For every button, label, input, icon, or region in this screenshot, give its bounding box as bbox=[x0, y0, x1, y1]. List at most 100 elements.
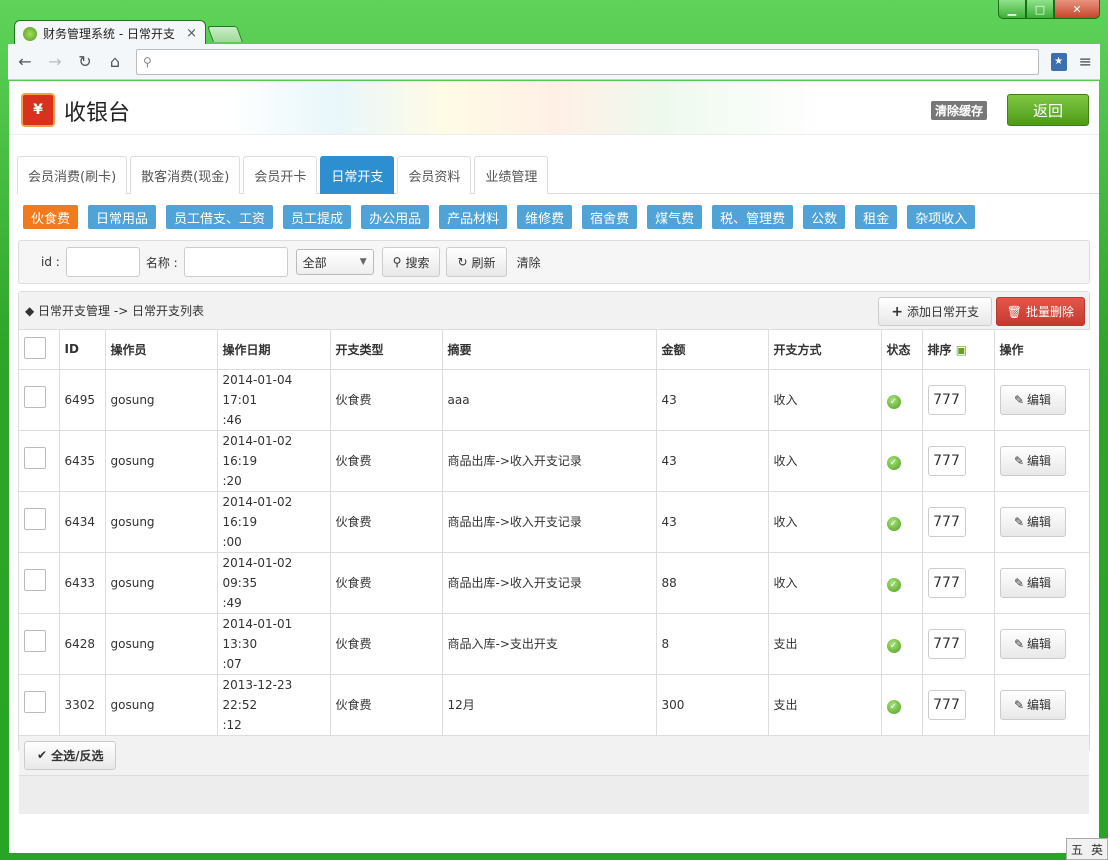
clear-cache-badge[interactable]: 清除缓存 bbox=[930, 101, 987, 120]
save-sort-icon[interactable]: ▣ bbox=[956, 343, 967, 357]
category-dorm[interactable]: 宿舍费 bbox=[582, 205, 638, 229]
sort-input[interactable]: 777 bbox=[927, 384, 966, 415]
cell-operator: gosung bbox=[105, 430, 218, 492]
category-office[interactable]: 办公用品 bbox=[361, 205, 430, 229]
refresh-button[interactable]: ↻ 刷新 bbox=[446, 247, 507, 277]
favicon-icon bbox=[23, 26, 37, 41]
address-bar[interactable]: ⚲ bbox=[136, 48, 1039, 75]
edit-button-label: 编辑 bbox=[1027, 392, 1052, 407]
id-input[interactable] bbox=[65, 247, 140, 277]
tab-guest-consume[interactable]: 散客消费(现金) bbox=[130, 156, 241, 194]
row-checkbox[interactable] bbox=[24, 446, 46, 469]
cell-sort: 777 bbox=[922, 369, 995, 431]
cell-date-main: 2014-01-01 13:30 bbox=[222, 616, 293, 651]
category-salary[interactable]: 员工借支、工资 bbox=[166, 205, 274, 229]
trash-icon: 🗑 bbox=[1006, 304, 1022, 319]
cell-summary: 商品出库->收入开支记录 bbox=[442, 491, 657, 553]
menu-icon[interactable]: ≡ bbox=[1079, 52, 1092, 71]
cell-date-seconds: :20 bbox=[222, 473, 242, 488]
row-checkbox[interactable] bbox=[24, 629, 46, 652]
col-sort[interactable]: 排序 ▣ bbox=[922, 330, 995, 370]
row-checkbox[interactable] bbox=[24, 690, 46, 713]
tab-member-info[interactable]: 会员资料 bbox=[397, 156, 472, 194]
sort-input[interactable]: 777 bbox=[927, 628, 966, 659]
cell-status: ✓ bbox=[881, 430, 923, 492]
row-checkbox[interactable] bbox=[24, 568, 46, 591]
select-all-button[interactable]: ✔ 全选/反选 bbox=[24, 740, 117, 770]
ime-indicator[interactable]: 五 英 bbox=[1066, 838, 1108, 860]
cell-type: 伙食费 bbox=[330, 613, 443, 675]
edit-button[interactable]: ✎ 编辑 bbox=[999, 506, 1066, 537]
category-food[interactable]: 伙食费 bbox=[23, 205, 79, 229]
cell-date-main: 2013-12-23 22:52 bbox=[222, 677, 293, 712]
tab-daily-expense[interactable]: 日常开支 bbox=[320, 156, 395, 194]
cashier-logo-icon: ¥ bbox=[21, 93, 55, 127]
tab-close-icon[interactable]: × bbox=[186, 26, 197, 41]
forward-arrow-icon[interactable]: → bbox=[46, 52, 64, 71]
select-all-checkbox[interactable] bbox=[24, 336, 46, 359]
col-status: 状态 bbox=[881, 330, 923, 370]
cell-date: 2014-01-02 16:19:00 bbox=[217, 491, 331, 553]
col-summary: 摘要 bbox=[442, 330, 657, 370]
type-select[interactable]: 全部 ▼ bbox=[295, 249, 374, 275]
back-arrow-icon[interactable]: ← bbox=[16, 52, 34, 71]
status-ok-icon: ✓ bbox=[886, 516, 901, 531]
tab-member-open-card[interactable]: 会员开卡 bbox=[243, 156, 318, 194]
back-button[interactable]: 返回 bbox=[1007, 94, 1089, 126]
clear-link[interactable]: 清除 bbox=[517, 254, 541, 271]
category-tax[interactable]: 税、管理费 bbox=[712, 205, 794, 229]
check-icon: ✔ bbox=[37, 748, 48, 762]
minimize-button[interactable]: ▁ bbox=[998, 0, 1026, 19]
row-checkbox[interactable] bbox=[24, 385, 46, 408]
batch-delete-button[interactable]: 🗑 批量删除 bbox=[995, 297, 1085, 326]
browser-tab[interactable]: 财务管理系统 - 日常开支 × bbox=[14, 20, 206, 46]
maximize-button[interactable]: □ bbox=[1026, 0, 1054, 19]
cell-sort: 777 bbox=[922, 552, 995, 614]
category-rent[interactable]: 租金 bbox=[855, 205, 898, 229]
cell-date-main: 2014-01-04 17:01 bbox=[222, 372, 293, 407]
sort-input[interactable]: 777 bbox=[927, 567, 966, 598]
edit-button[interactable]: ✎ 编辑 bbox=[999, 567, 1066, 598]
edit-icon: ✎ bbox=[1013, 392, 1025, 407]
category-public[interactable]: 公数 bbox=[803, 205, 846, 229]
edit-icon: ✎ bbox=[1013, 514, 1025, 529]
refresh-icon: ↻ bbox=[457, 255, 468, 269]
name-label: 名称 : bbox=[145, 255, 178, 270]
tab-performance[interactable]: 业绩管理 bbox=[474, 156, 549, 194]
row-checkbox[interactable] bbox=[24, 507, 46, 530]
cell-type: 伙食费 bbox=[330, 491, 443, 553]
cell-date: 2014-01-02 16:19:20 bbox=[217, 430, 331, 492]
category-materials[interactable]: 产品材料 bbox=[439, 205, 508, 229]
search-icon: ⚲ bbox=[143, 54, 152, 69]
cell-action: ✎ 编辑 bbox=[994, 491, 1090, 553]
sort-input[interactable]: 777 bbox=[927, 689, 966, 720]
new-tab-button[interactable] bbox=[207, 26, 243, 42]
category-misc-income[interactable]: 杂项收入 bbox=[907, 205, 976, 229]
edit-button[interactable]: ✎ 编辑 bbox=[999, 384, 1066, 415]
category-repair[interactable]: 维修费 bbox=[517, 205, 573, 229]
reload-icon[interactable]: ↻ bbox=[76, 52, 94, 71]
edit-button[interactable]: ✎ 编辑 bbox=[999, 628, 1066, 659]
tab-member-consume[interactable]: 会员消费(刷卡) bbox=[17, 156, 128, 194]
edit-button-label: 编辑 bbox=[1027, 453, 1052, 468]
edit-button[interactable]: ✎ 编辑 bbox=[999, 689, 1066, 720]
sort-input[interactable]: 777 bbox=[927, 506, 966, 537]
bookmark-icon[interactable]: ★ bbox=[1050, 52, 1067, 71]
edit-button[interactable]: ✎ 编辑 bbox=[999, 445, 1066, 476]
name-input[interactable] bbox=[183, 247, 288, 277]
edit-icon: ✎ bbox=[1013, 575, 1025, 590]
table-row: 6428 gosung 2014-01-01 13:30:07 伙食费 商品入库->支出… bbox=[19, 613, 1090, 675]
category-gas[interactable]: 煤气费 bbox=[647, 205, 703, 229]
cell-method: 支出 bbox=[768, 613, 882, 675]
category-commission[interactable]: 员工提成 bbox=[283, 205, 352, 229]
search-button[interactable]: ⚲ 搜索 bbox=[381, 247, 441, 277]
home-icon[interactable]: ⌂ bbox=[106, 52, 124, 71]
cell-status: ✓ bbox=[881, 613, 923, 675]
add-expense-button[interactable]: + 添加日常开支 bbox=[878, 297, 992, 326]
app-header: ¥ 收银台 清除缓存 返回 bbox=[9, 81, 1099, 135]
cell-id: 3302 bbox=[59, 674, 106, 736]
close-window-button[interactable]: ✕ bbox=[1054, 0, 1100, 19]
cell-method: 支出 bbox=[768, 674, 882, 736]
sort-input[interactable]: 777 bbox=[927, 445, 966, 476]
category-daily-goods[interactable]: 日常用品 bbox=[88, 205, 157, 229]
